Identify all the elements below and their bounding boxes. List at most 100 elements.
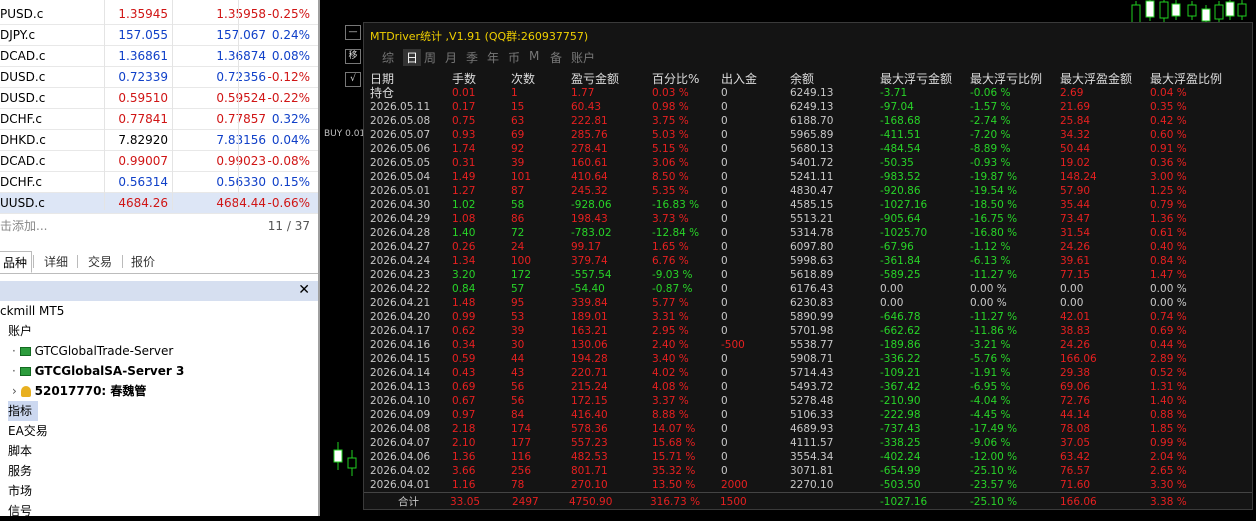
stats-cell: 0	[721, 255, 728, 267]
stats-tab[interactable]: 季	[466, 49, 478, 66]
stats-tab[interactable]: 综	[382, 49, 394, 66]
minimize-button[interactable]: —	[345, 25, 361, 40]
column-header: 最大浮亏比例	[970, 72, 1043, 86]
candle	[1159, 1, 1169, 19]
stats-cell: 5908.71	[790, 353, 834, 365]
tab-symbols[interactable]: 品种	[0, 251, 32, 273]
stats-cell: 1.34	[452, 255, 476, 267]
navigator-item[interactable]: 信号	[8, 501, 32, 521]
market-watch-tabs: 品种 详细 交易 报价	[0, 249, 318, 274]
chevron-right-icon[interactable]: ·	[12, 364, 20, 378]
daily-change: 0.08%	[271, 49, 310, 63]
stats-cell: 2026.04.17	[370, 325, 431, 337]
navigator-item[interactable]: 脚本	[8, 441, 32, 461]
stats-cell: 5.77 %	[652, 297, 689, 309]
market-watch-row[interactable]: DCAD.c 1.36861 1.36874 0.08%	[0, 46, 318, 67]
add-symbol-row[interactable]: 击添加... 11 / 37	[0, 216, 318, 236]
stats-cell: 0.61 %	[1150, 227, 1187, 239]
stats-cell: 194.28	[571, 353, 608, 365]
stats-cell: 0.36 %	[1150, 157, 1187, 169]
stats-cell: 1.49	[452, 171, 476, 183]
stats-cell: 63	[511, 115, 525, 127]
stats-cell: 2026.04.15	[370, 353, 431, 365]
tab-details[interactable]: 详细	[36, 251, 76, 273]
move-button[interactable]: 移	[345, 49, 361, 64]
close-icon[interactable]: ✕	[298, 282, 310, 298]
market-watch-row[interactable]: DCHF.c 0.56314 0.56330 0.15%	[0, 172, 318, 193]
daily-change: 0.24%	[271, 28, 310, 42]
navigator-item[interactable]: 服务	[8, 461, 32, 481]
symbol-name: DHKD.c	[0, 133, 46, 147]
tab-trading[interactable]: 交易	[80, 251, 120, 273]
tab-ticks[interactable]: 报价	[125, 251, 161, 273]
navigator-item[interactable]: › 52017770: 春魏管	[12, 381, 146, 401]
stats-cell: 2026.04.07	[370, 437, 431, 449]
chevron-right-icon[interactable]: ·	[12, 344, 20, 358]
stats-row: 2026.04.13 0.69 56 215.24 4.08 % 0 5493.72 -367…	[364, 380, 1254, 394]
navigator-item[interactable]: · GTCGlobalTrade-Server	[12, 341, 173, 361]
market-watch-row[interactable]: UUSD.c 4684.26 4684.44 -0.66%	[0, 193, 318, 214]
navigator-item[interactable]: 账户	[8, 321, 32, 341]
stats-cell: -5.76 %	[970, 353, 1011, 365]
stats-cell: 2026.04.08	[370, 423, 431, 435]
stats-cell: 4.02 %	[652, 367, 689, 379]
stats-cell: 2.95 %	[652, 325, 689, 337]
navigator-item[interactable]: ckmill MT5	[0, 301, 64, 321]
stats-cell: 43	[511, 367, 525, 379]
stats-row: 2026.04.29 1.08 86 198.43 3.73 % 0 5513.21 -905…	[364, 212, 1254, 226]
market-watch-row[interactable]: DHKD.c 7.82920 7.83156 0.04%	[0, 130, 318, 151]
stats-tab[interactable]: 月	[445, 49, 457, 66]
confirm-button[interactable]: √	[345, 72, 361, 87]
stats-cell: 53	[511, 311, 525, 323]
stats-cell: 14.07 %	[652, 423, 696, 435]
stats-cell: 379.74	[571, 255, 608, 267]
stats-cell: -18.50 %	[970, 199, 1018, 211]
stats-cell: 1.08	[452, 213, 476, 225]
stats-tab[interactable]: 币	[508, 49, 520, 66]
symbol-name: DCAD.c	[0, 49, 46, 63]
stats-cell: 76.57	[1060, 465, 1091, 477]
symbol-name: DJPY.c	[0, 28, 36, 42]
stats-cell: 34.32	[1060, 129, 1091, 141]
bid-price: 1.35945	[118, 7, 168, 21]
market-watch-row[interactable]: DJPY.c 157.055 157.067 0.24%	[0, 25, 318, 46]
stats-tab[interactable]: 年	[487, 49, 499, 66]
navigator-item[interactable]: EA交易	[8, 421, 48, 441]
stats-cell: 270.10	[571, 479, 608, 491]
stats-cell: 39.61	[1060, 255, 1091, 267]
stats-cell: -16.83 %	[652, 199, 700, 211]
market-watch-row[interactable]: DUSD.c 0.72339 0.72356 -0.12%	[0, 67, 318, 88]
stats-tab[interactable]: 账户	[571, 49, 595, 66]
stats-cell: 58	[511, 199, 525, 211]
stats-cell: 44.14	[1060, 409, 1091, 421]
market-watch-row[interactable]: DCAD.c 0.99007 0.99023 -0.08%	[0, 151, 318, 172]
navigator-item[interactable]: 市场	[8, 481, 32, 501]
stats-cell: -905.64	[880, 213, 921, 225]
stats-tab[interactable]: 周	[424, 49, 436, 66]
stats-cell: 0	[721, 269, 728, 281]
daily-change: -0.25%	[267, 7, 310, 21]
stats-cell: -6.95 %	[970, 381, 1011, 393]
stats-cell: -50.35	[880, 157, 914, 169]
market-watch-row[interactable]: DCHF.c 0.77841 0.77857 0.32%	[0, 109, 318, 130]
stats-cell: 0	[721, 129, 728, 141]
stats-tab[interactable]: M	[529, 49, 539, 63]
candle	[1145, 0, 1155, 18]
stats-cell: 285.76	[571, 129, 608, 141]
stats-cell: 1.77	[571, 87, 595, 99]
chevron-right-icon[interactable]: ›	[12, 384, 21, 398]
stats-cell: 0.01	[452, 87, 476, 99]
stats-cell: 2.69	[1060, 87, 1084, 99]
market-watch-row[interactable]: DUSD.c 0.59510 0.59524 -0.22%	[0, 88, 318, 109]
navigator-item[interactable]: · GTCGlobalSA-Server 3	[12, 361, 184, 381]
stats-cell: 87	[511, 185, 525, 197]
stats-cell: 0.88 %	[1150, 409, 1187, 421]
stats-cell: 0.98 %	[652, 101, 689, 113]
stats-tab[interactable]: 日	[403, 49, 422, 66]
stats-cell: 69	[511, 129, 525, 141]
market-watch-row[interactable]: PUSD.c 1.35945 1.35958 -0.25%	[0, 4, 318, 25]
add-symbol-text[interactable]: 击添加...	[0, 219, 47, 233]
navigator-item[interactable]: 指标	[8, 401, 38, 421]
stats-cell: -12.00 %	[970, 451, 1018, 463]
stats-tab[interactable]: 备	[550, 49, 562, 66]
